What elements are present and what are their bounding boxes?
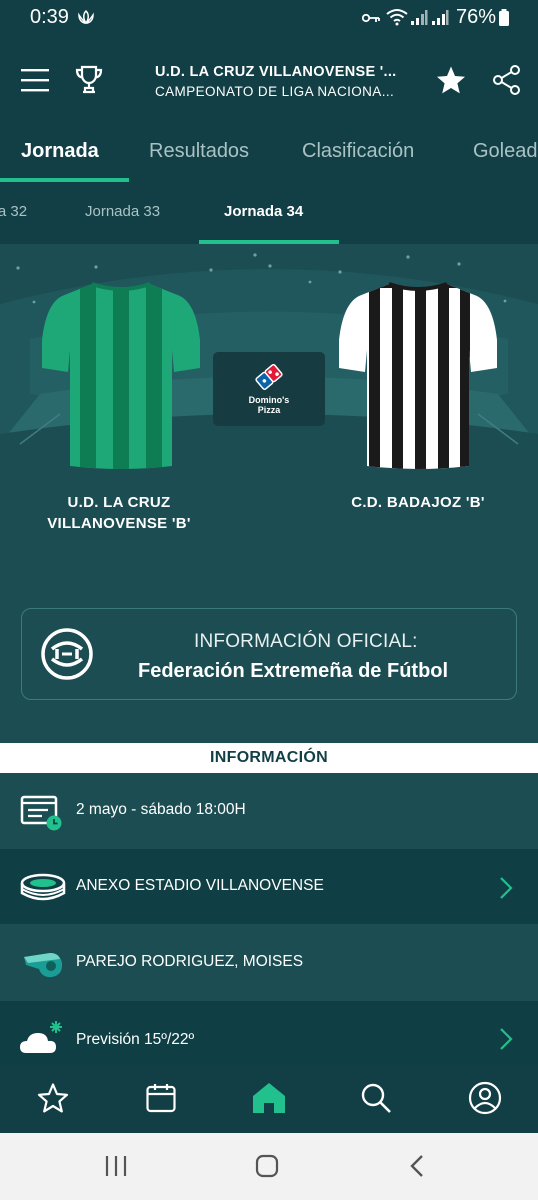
tab-clasificacion[interactable]: Clasificación	[302, 140, 414, 163]
round-item[interactable]: Jornada 32	[0, 203, 27, 220]
away-team-name[interactable]: C.D. BADAJOZ 'B'	[328, 492, 508, 513]
tab-bar: Jornada Resultados Clasificación Goleado…	[0, 126, 538, 182]
key-icon	[362, 13, 380, 23]
date-row: 2 mayo - sábado 18:00H	[0, 773, 538, 848]
sponsor-logo: Domino's Pizza	[213, 352, 325, 426]
forecast-row[interactable]: Previsión 15º/22º	[0, 1001, 538, 1063]
referee-row: PAREJO RODRIGUEZ, MOISES	[0, 925, 538, 1000]
round-selector: Jornada 32 Jornada 33 Jornada 34	[0, 182, 538, 244]
tab-goleadores[interactable]: Goleadores	[473, 140, 538, 163]
favorites-nav-star-icon[interactable]	[37, 1082, 69, 1114]
sponsor-line1: Domino's	[248, 395, 290, 405]
share-icon[interactable]	[491, 64, 523, 96]
battery-icon	[499, 9, 509, 26]
info-section-title: INFORMACIÓN	[210, 749, 328, 766]
competition-title: CAMPEONATO DE LIGA NACIONA...	[155, 84, 395, 99]
sponsor-line2: Pizza	[257, 405, 281, 415]
status-bar: 0:39 76%	[0, 0, 538, 36]
status-time: 0:39	[30, 6, 69, 28]
calendar-clock-icon	[20, 795, 62, 831]
away-team-shirt	[339, 282, 497, 469]
tab-resultados[interactable]: Resultados	[149, 140, 249, 163]
weather-forecast: Previsión 15º/22º	[76, 1031, 195, 1048]
official-info-label: INFORMACIÓN OFICIAL:	[194, 631, 418, 652]
chevron-right-icon[interactable]	[498, 876, 514, 900]
wifi-icon	[386, 9, 408, 26]
profile-icon[interactable]	[468, 1081, 502, 1115]
bottom-navigation	[0, 1063, 538, 1133]
search-icon[interactable]	[360, 1082, 392, 1114]
federation-name: Federación Extremeña de Fútbol	[138, 660, 449, 682]
whistle-icon	[24, 953, 63, 978]
stadium-name: ANEXO ESTADIO VILLANOVENSE	[76, 877, 324, 894]
weather-icon	[20, 1021, 62, 1053]
info-section-header: INFORMACIÓN	[0, 743, 538, 773]
home-button-icon[interactable]	[255, 1154, 279, 1178]
round-item[interactable]: Jornada 33	[85, 203, 160, 220]
back-icon[interactable]	[408, 1154, 426, 1178]
dominos-logo-icon	[255, 363, 283, 391]
signal-icon-2	[432, 10, 449, 25]
app-notification-icon	[78, 9, 94, 25]
calendar-icon[interactable]	[145, 1082, 177, 1114]
chevron-right-icon[interactable]	[498, 1027, 514, 1051]
home-icon[interactable]	[251, 1081, 287, 1115]
tab-jornada[interactable]: Jornada	[21, 140, 99, 163]
hamburger-menu-icon[interactable]	[21, 68, 49, 92]
recent-apps-icon[interactable]	[104, 1155, 128, 1177]
battery-level: 76%	[455, 6, 496, 28]
system-navigation-bar	[0, 1133, 538, 1200]
federation-logo-icon	[41, 628, 93, 680]
home-team-name[interactable]: U.D. LA CRUZ VILLANOVENSE 'B'	[24, 492, 214, 534]
stadium-icon	[20, 873, 66, 901]
match-banner: Domino's Pizza U.D. LA CRUZ VILLANOVENSE…	[0, 244, 538, 574]
trophy-icon[interactable]	[75, 65, 103, 95]
round-item-active[interactable]: Jornada 34	[224, 203, 303, 220]
sponsor-name: Domino's Pizza	[213, 395, 325, 415]
star-icon[interactable]	[436, 65, 466, 95]
official-info-card[interactable]: INFORMACIÓN OFICIAL: Federación Extremeñ…	[21, 608, 517, 700]
app-header: U.D. LA CRUZ VILLANOVENSE '... CAMPEONAT…	[0, 36, 538, 126]
home-team-shirt	[42, 282, 200, 469]
signal-icon	[411, 10, 428, 25]
match-date: 2 mayo - sábado 18:00H	[76, 801, 246, 818]
stadium-row[interactable]: ANEXO ESTADIO VILLANOVENSE	[0, 849, 538, 924]
team-title: U.D. LA CRUZ VILLANOVENSE '...	[155, 64, 397, 80]
referee-name: PAREJO RODRIGUEZ, MOISES	[76, 953, 304, 970]
